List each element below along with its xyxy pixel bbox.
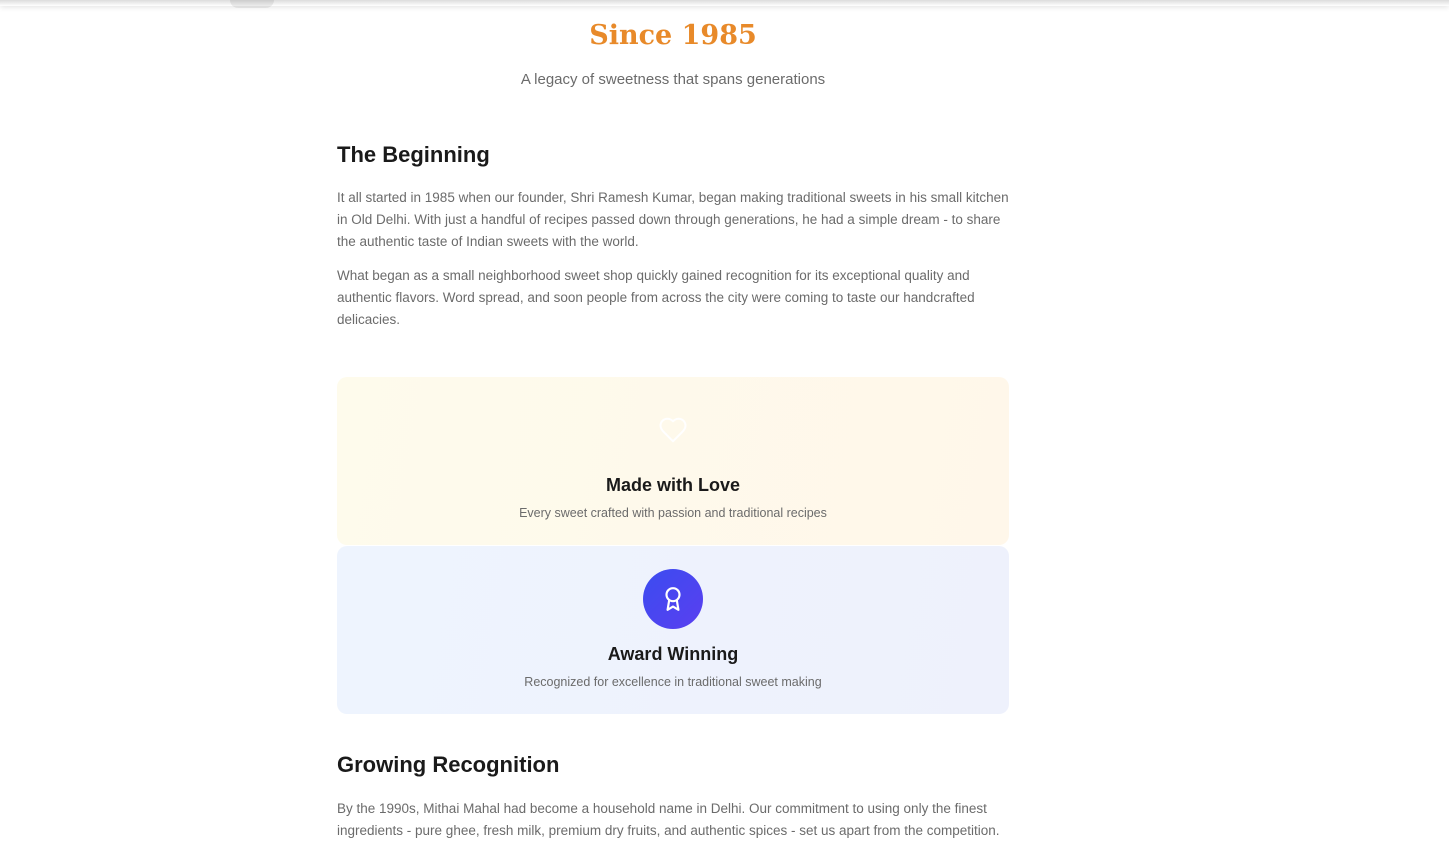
feature-title-award: Award Winning — [607, 644, 739, 664]
heart-icon — [643, 400, 703, 460]
feature-description-award: Recognized for excellence in traditional… — [524, 675, 822, 689]
feature-title-love: Made with Love — [605, 475, 740, 495]
growing-heading: Growing Recognition — [337, 752, 560, 777]
page-subtitle: A legacy of sweetness that spans generat… — [520, 71, 826, 88]
feature-card-award: Award Winning Recognized for excellence … — [337, 546, 1009, 714]
header-shadow-blob — [230, 0, 274, 8]
feature-description-love: Every sweet crafted with passion and tra… — [519, 506, 827, 520]
beginning-heading: The Beginning — [337, 142, 490, 167]
feature-card-love: Made with Love Every sweet crafted with … — [337, 377, 1009, 545]
growing-paragraph-1: By the 1990s, Mithai Mahal had become a … — [337, 801, 1000, 838]
beginning-paragraph-2: What began as a small neighborhood sweet… — [337, 268, 975, 327]
award-icon — [643, 569, 703, 629]
beginning-paragraph-1: It all started in 1985 when our founder,… — [337, 190, 1009, 249]
about-content: Since 1985 A legacy of sweetness that sp… — [337, 0, 1009, 842]
page-title: Since 1985 — [589, 20, 757, 51]
